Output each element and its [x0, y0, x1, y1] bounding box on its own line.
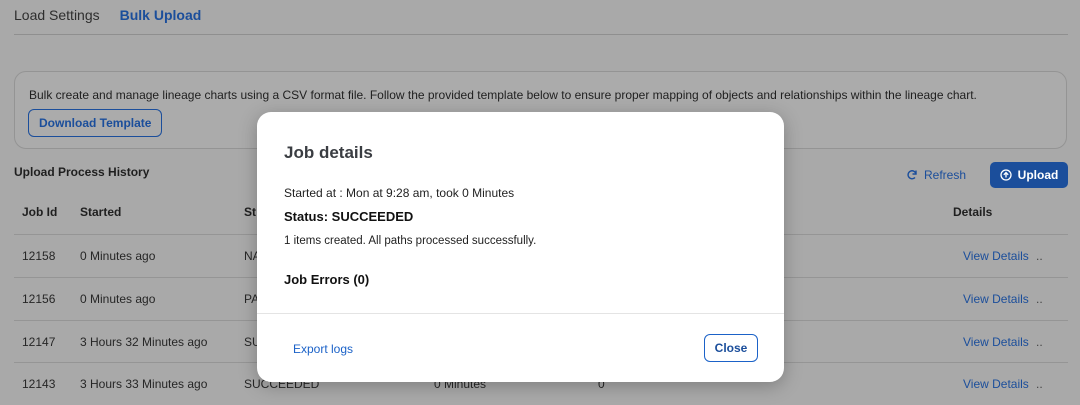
view-details-link[interactable]: View Details	[963, 377, 1029, 391]
view-details-link[interactable]: View Details	[963, 292, 1029, 306]
view-details-link[interactable]: View Details	[963, 249, 1029, 263]
job-details-modal: Job details Started at : Mon at 9:28 am,…	[257, 112, 784, 382]
refresh-label: Refresh	[924, 168, 967, 182]
job-summary: 1 items created. All paths processed suc…	[284, 235, 537, 247]
tabs-divider	[14, 34, 1068, 35]
tab-bulk-upload[interactable]: Bulk Upload	[120, 7, 202, 23]
modal-divider	[257, 313, 784, 314]
tab-bar: Load Settings Bulk Upload	[14, 7, 201, 23]
job-id-cell: 12156	[22, 292, 56, 306]
upload-history-title: Upload Process History	[14, 165, 150, 179]
upload-button[interactable]: Upload	[990, 162, 1068, 188]
info-description: Bulk create and manage lineage charts us…	[29, 88, 977, 102]
col-header-job-id: Job Id	[22, 205, 58, 219]
started-cell: 3 Hours 33 Minutes ago	[80, 377, 208, 391]
job-id-cell: 12143	[22, 377, 56, 391]
job-started-text: Started at : Mon at 9:28 am, took 0 Minu…	[284, 186, 515, 200]
upload-icon	[1000, 169, 1012, 181]
job-errors-heading: Job Errors (0)	[284, 272, 370, 287]
row-menu-icon[interactable]: ..	[1036, 335, 1043, 349]
bulk-upload-page: Load Settings Bulk Upload Bulk create an…	[0, 0, 1080, 391]
job-id-cell: 12158	[22, 249, 56, 263]
col-header-status: St	[244, 205, 256, 219]
job-id-cell: 12147	[22, 335, 56, 349]
export-logs-link[interactable]: Export logs	[293, 342, 353, 356]
col-header-details: Details	[953, 205, 993, 219]
row-menu-icon[interactable]: ..	[1036, 377, 1043, 391]
refresh-icon	[907, 170, 917, 180]
view-details-link[interactable]: View Details	[963, 335, 1029, 349]
row-menu-icon[interactable]: ..	[1036, 249, 1043, 263]
row-menu-icon[interactable]: ..	[1036, 292, 1043, 306]
job-status: Status: SUCCEEDED	[284, 209, 414, 224]
col-header-started: Started	[80, 205, 122, 219]
refresh-button[interactable]: Refresh	[906, 168, 966, 182]
download-template-button[interactable]: Download Template	[28, 109, 163, 137]
close-button[interactable]: Close	[704, 334, 758, 362]
started-cell: 0 Minutes ago	[80, 292, 156, 306]
started-cell: 0 Minutes ago	[80, 249, 156, 263]
upload-label: Upload	[1017, 168, 1059, 182]
tab-load-settings[interactable]: Load Settings	[14, 7, 100, 23]
modal-title: Job details	[284, 143, 373, 162]
started-cell: 3 Hours 32 Minutes ago	[80, 335, 208, 349]
